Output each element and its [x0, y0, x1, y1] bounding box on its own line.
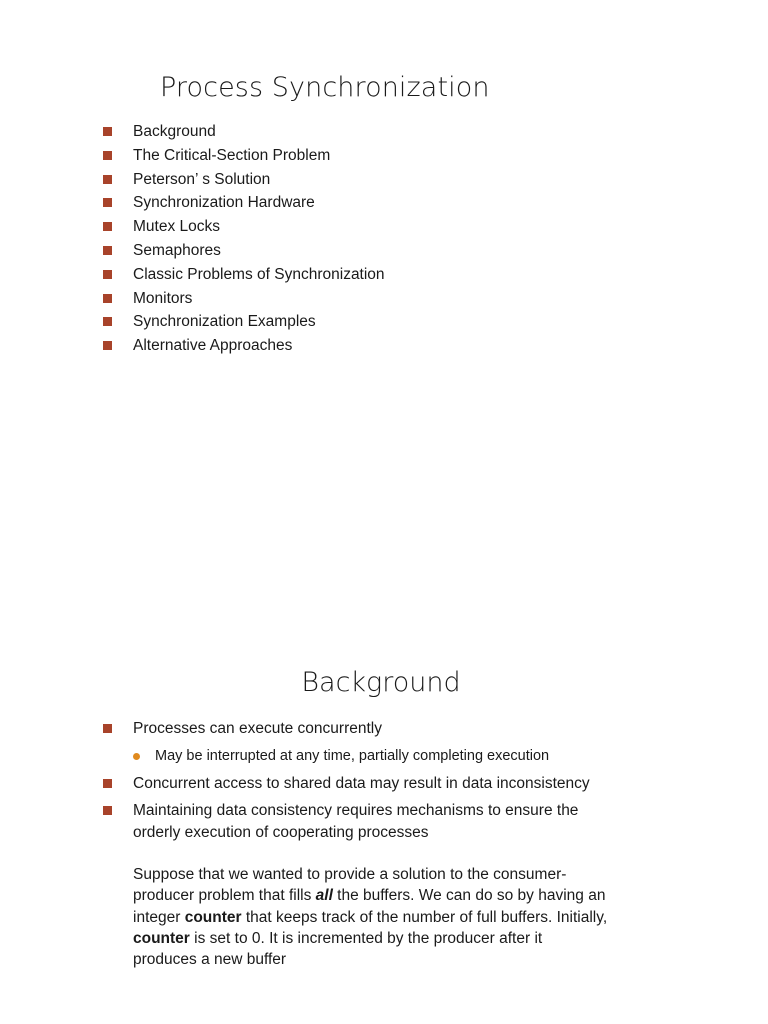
list-item: Alternative Approaches	[103, 335, 703, 359]
list-item-label: The Critical-Section Problem	[133, 146, 331, 164]
list-item-label: Monitors	[133, 289, 193, 307]
list-item-label: Concurrent access to shared data may res…	[133, 774, 590, 792]
dot-bullet-icon	[133, 752, 140, 760]
list-item: The Critical-Section Problem	[103, 145, 703, 169]
emphasis-counter: counter	[184, 908, 242, 926]
sub-list-item-label: May be interrupted at any time, partiall…	[155, 747, 550, 764]
list-item: Mutex Locks	[103, 216, 703, 240]
list-item: Concurrent access to shared data may res…	[103, 773, 723, 795]
document-page: Process Synchronization Background The C…	[0, 0, 768, 1024]
agenda-list: Background The Critical-Section Problem …	[103, 121, 703, 359]
square-bullet-icon	[103, 174, 112, 184]
background-content: Processes can execute concurrently May b…	[103, 718, 723, 986]
square-bullet-icon	[103, 806, 112, 815]
section-title: Background	[301, 667, 461, 699]
slide-process-synchronization: Process Synchronization Background The C…	[0, 0, 768, 620]
square-bullet-icon	[103, 127, 112, 136]
closing-paragraph: Suppose that we wanted to provide a solu…	[103, 864, 608, 970]
emphasis-counter: counter	[133, 929, 190, 947]
paragraph-segment: that keeps track of the number of full b…	[241, 908, 608, 926]
list-item: Processes can execute concurrently	[103, 718, 723, 740]
square-bullet-icon	[103, 317, 112, 327]
page-title: Process Synchronization	[160, 72, 490, 104]
list-item: Monitors	[103, 288, 703, 312]
paragraph-segment: is set to 0. It is incremented by the pr…	[133, 929, 543, 969]
slide-background: Background Processes can execute concurr…	[0, 620, 768, 1024]
square-bullet-icon	[103, 198, 112, 208]
list-item-label: Synchronization Hardware	[133, 194, 315, 212]
sub-list-item: May be interrupted at any time, partiall…	[103, 746, 723, 767]
list-item-label: Processes can execute concurrently	[133, 720, 382, 737]
list-item: Classic Problems of Synchronization	[103, 264, 703, 288]
list-item-label: Synchronization Examples	[133, 313, 316, 331]
square-bullet-icon	[103, 245, 112, 255]
square-bullet-icon	[103, 341, 112, 351]
square-bullet-icon	[103, 269, 112, 279]
list-item: Synchronization Examples	[103, 311, 703, 335]
list-item-label: Mutex Locks	[133, 218, 221, 236]
list-item: Maintaining data consistency requires me…	[103, 800, 723, 843]
list-item-label: Semaphores	[133, 241, 221, 259]
list-item: Background	[103, 121, 703, 145]
list-item-label: Background	[133, 123, 216, 140]
square-bullet-icon	[103, 293, 112, 303]
list-item: Synchronization Hardware	[103, 192, 703, 216]
square-bullet-icon	[103, 724, 112, 733]
list-item: Peterson’ s Solution	[103, 169, 703, 193]
square-bullet-icon	[103, 222, 112, 232]
list-item-label: Alternative Approaches	[133, 337, 293, 355]
list-item-label: Maintaining data consistency requires me…	[133, 802, 579, 841]
emphasis-all: all	[315, 887, 333, 905]
square-bullet-icon	[103, 778, 112, 788]
list-item-label: Classic Problems of Synchronization	[133, 265, 385, 283]
square-bullet-icon	[103, 150, 112, 160]
list-item-label: Peterson’ s Solution	[133, 170, 271, 188]
list-item: Semaphores	[103, 240, 703, 264]
